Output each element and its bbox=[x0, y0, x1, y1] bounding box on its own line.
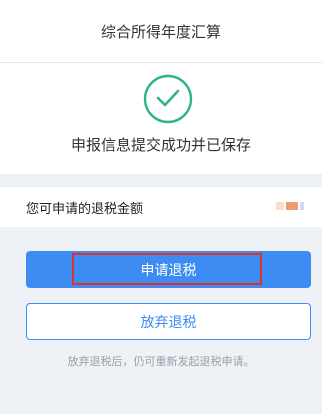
give-up-hint: 放弃退税后，仍可重新发起退税申请。 bbox=[67, 355, 255, 368]
refund-amount-label: 您可申请的退税金额 bbox=[26, 202, 144, 217]
success-card: 申报信息提交成功并已保存 bbox=[0, 63, 322, 174]
page-header: 综合所得年度汇算 bbox=[0, 0, 322, 63]
refund-amount-row: 您可申请的退税金额 bbox=[0, 186, 322, 228]
success-message: 申报信息提交成功并已保存 bbox=[70, 136, 251, 154]
apply-refund-button[interactable]: 申请退税 bbox=[26, 251, 311, 288]
check-circle-icon bbox=[143, 74, 193, 124]
page-title: 综合所得年度汇算 bbox=[100, 22, 221, 41]
give-up-refund-button[interactable]: 放弃退税 bbox=[26, 303, 311, 340]
refund-amount-value-masked bbox=[276, 200, 308, 212]
actions-panel: 申请退税 放弃退税 放弃退税后，仍可重新发起退税申请。 bbox=[0, 227, 322, 414]
